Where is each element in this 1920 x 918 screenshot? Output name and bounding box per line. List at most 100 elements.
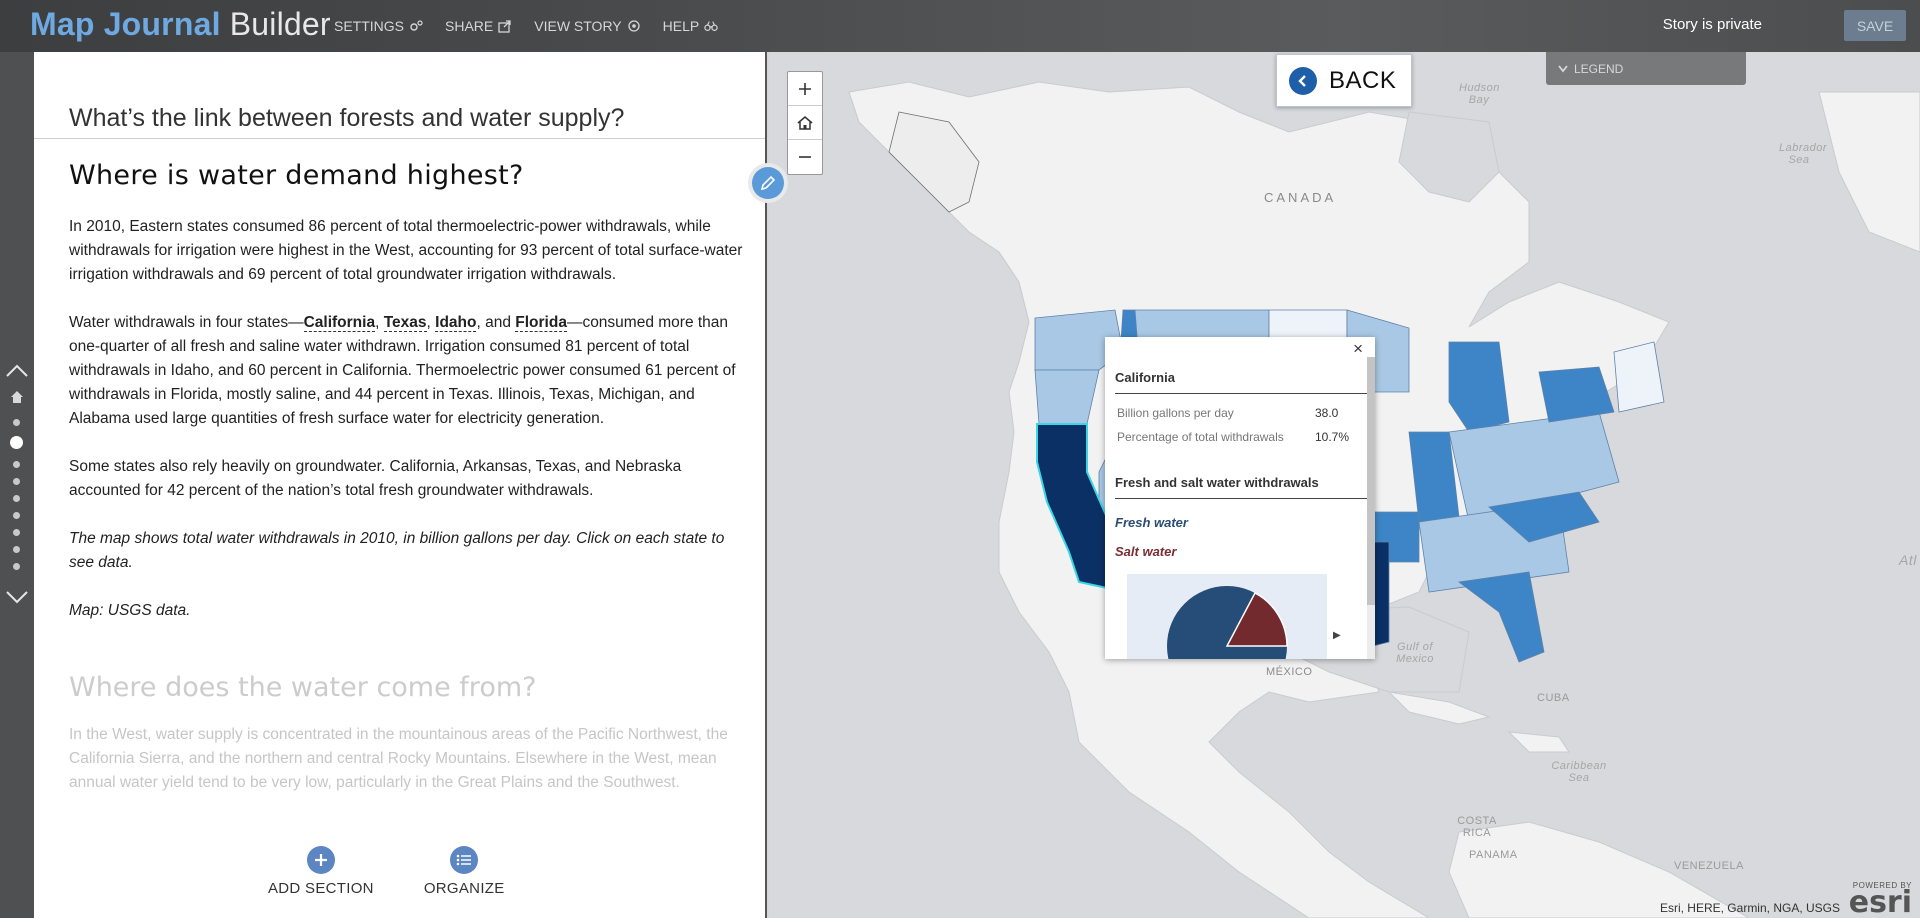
- chevron-up-icon[interactable]: [5, 364, 29, 378]
- pie-chart: [1127, 574, 1327, 659]
- zoom-in-button[interactable]: [788, 72, 822, 106]
- link-idaho[interactable]: Idaho: [435, 314, 477, 332]
- section-content: In 2010, Eastern states consumed 86 perc…: [69, 215, 749, 647]
- eye-icon: [627, 20, 640, 32]
- home-icon[interactable]: [10, 390, 24, 404]
- paragraph-3: Some states also rely heavily on groundw…: [69, 458, 682, 499]
- pie-chart-svg: [1167, 586, 1288, 659]
- top-bar: Map Journal Builder SETTINGS SHARE VIEW …: [0, 0, 1920, 52]
- settings-menu-item[interactable]: SETTINGS: [334, 18, 423, 34]
- app-title: Map Journal Builder: [30, 5, 331, 43]
- separator: ,: [426, 314, 436, 331]
- label-panama: PANAMA: [1469, 849, 1518, 861]
- back-button[interactable]: BACK: [1276, 54, 1412, 107]
- popup-divider: [1115, 393, 1367, 394]
- plus-icon: [314, 854, 327, 866]
- share-label: SHARE: [445, 18, 494, 34]
- back-label: BACK: [1329, 66, 1397, 94]
- nav-dot-section-6[interactable]: [13, 512, 20, 519]
- row-label: Billion gallons per day: [1117, 406, 1234, 420]
- separator: , and: [476, 314, 516, 331]
- zoom-out-button[interactable]: [788, 140, 822, 174]
- label-caribbean-sea: Caribbean Sea: [1551, 760, 1607, 784]
- label-gulf-of-mexico: Gulf of Mexico: [1396, 641, 1434, 665]
- label-canada: CANADA: [1264, 190, 1337, 205]
- home-extent-button[interactable]: [788, 106, 822, 140]
- nav-dot-section-5[interactable]: [13, 495, 20, 502]
- settings-label: SETTINGS: [334, 18, 405, 34]
- paragraph-1: In 2010, Eastern states consumed 86 perc…: [69, 218, 743, 283]
- nav-dot-section-3[interactable]: [13, 461, 20, 468]
- chevron-down-icon: [1558, 64, 1568, 72]
- row-label: Percentage of total withdrawals: [1117, 430, 1284, 444]
- binoculars-icon: [704, 21, 718, 31]
- link-california[interactable]: California: [303, 314, 376, 332]
- chart-next-icon[interactable]: ▶: [1333, 630, 1341, 641]
- label-atlantic: Atl: [1899, 552, 1917, 568]
- organize-label: ORGANIZE: [423, 880, 505, 897]
- nav-dot-section-9[interactable]: [13, 563, 20, 570]
- link-florida[interactable]: Florida: [515, 314, 567, 332]
- nav-dot-section-8[interactable]: [13, 546, 20, 553]
- popup-row-percentage: Percentage of total withdrawals 10.7%: [1117, 430, 1349, 444]
- share-icon: [498, 20, 511, 33]
- nav-dot-section-4[interactable]: [13, 478, 20, 485]
- state-popup: × California Billion gallons per day 38.…: [1105, 337, 1375, 659]
- link-texas[interactable]: Texas: [383, 314, 427, 332]
- popup-chart-title: Fresh and salt water withdrawals: [1115, 475, 1319, 490]
- story-title: What’s the link between forests and wate…: [69, 104, 625, 132]
- organize-button[interactable]: ORGANIZE: [424, 846, 505, 897]
- map-credit: Map: USGS data.: [69, 602, 191, 619]
- nav-dot-section-1[interactable]: [13, 419, 20, 426]
- label-hudson-bay: Hudson Bay: [1459, 82, 1500, 106]
- next-section-title[interactable]: Where does the water come from?: [69, 672, 536, 703]
- side-panel: What’s the link between forests and wate…: [34, 52, 788, 918]
- popup-scrollbar[interactable]: [1367, 357, 1375, 605]
- close-icon[interactable]: ×: [1353, 339, 1363, 359]
- section-navigation: [0, 52, 34, 918]
- legend-toggle[interactable]: LEGEND: [1546, 52, 1746, 85]
- label-costa-rica: COSTA RICA: [1457, 815, 1497, 839]
- legend-label: LEGEND: [1574, 61, 1624, 76]
- label-venezuela: VENEZUELA: [1674, 860, 1744, 872]
- esri-logo: POWERED BY esri: [1849, 881, 1912, 918]
- popup-row-gallons: Billion gallons per day 38.0: [1117, 406, 1338, 420]
- plus-icon: [799, 82, 811, 95]
- help-label: HELP: [662, 18, 700, 34]
- popup-title: California: [1115, 370, 1175, 385]
- row-value: 38.0: [1315, 406, 1339, 420]
- label-cuba: CUBA: [1537, 692, 1570, 704]
- help-menu-item[interactable]: HELP: [663, 18, 719, 34]
- app-title-secondary: Builder: [229, 6, 331, 42]
- legend-salt-water: Salt water: [1115, 544, 1177, 559]
- add-section-button[interactable]: ADD SECTION: [268, 846, 374, 897]
- row-value: 10.7%: [1315, 430, 1350, 444]
- builder-menu: SETTINGS SHARE VIEW STORY HELP: [334, 18, 740, 34]
- list-icon: [456, 854, 472, 866]
- add-section-label: ADD SECTION: [268, 880, 374, 897]
- edit-section-button[interactable]: [748, 163, 788, 203]
- paragraph-2-prefix: Water withdrawals in four states—: [69, 314, 304, 331]
- home-icon: [797, 115, 813, 130]
- nav-dot-section-2[interactable]: [10, 436, 23, 449]
- section-title: Where is water demand highest?: [69, 160, 524, 191]
- map-view[interactable]: CANADA MÉXICO CUBA Hudson Bay Labrador S…: [769, 52, 1920, 918]
- next-section-preview: In the West, water supply is concentrate…: [69, 726, 728, 791]
- share-menu-item[interactable]: SHARE: [445, 18, 512, 34]
- view-story-label: VIEW STORY: [534, 18, 622, 34]
- popup-divider: [1115, 498, 1367, 499]
- gears-icon: [410, 20, 423, 31]
- chevron-left-icon: [1298, 74, 1306, 87]
- privacy-status: Story is private: [1662, 16, 1762, 33]
- pencil-icon: [760, 175, 776, 191]
- app-title-primary: Map Journal: [30, 6, 221, 42]
- label-labrador-sea: Labrador Sea: [1779, 142, 1828, 166]
- paragraph-2: Water withdrawals in four states—Califor…: [69, 311, 749, 431]
- map-attribution: Esri, HERE, Garmin, NGA, USGS: [1659, 901, 1840, 915]
- view-story-menu-item[interactable]: VIEW STORY: [534, 18, 640, 34]
- chevron-down-icon[interactable]: [5, 590, 29, 604]
- separator: ,: [375, 314, 384, 331]
- save-button[interactable]: SAVE: [1844, 10, 1906, 41]
- nav-dot-section-7[interactable]: [13, 529, 20, 536]
- label-mexico: MÉXICO: [1266, 666, 1313, 678]
